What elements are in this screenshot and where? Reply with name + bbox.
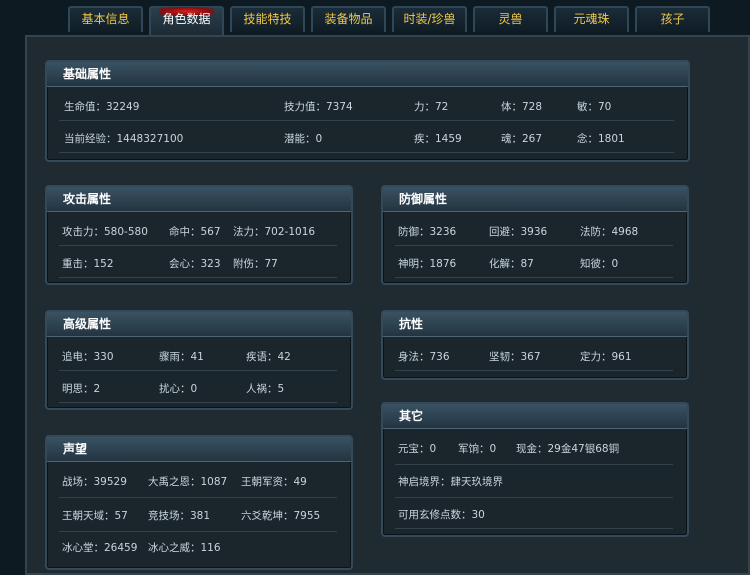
hp-value: 生命值：32249 xyxy=(64,101,140,113)
tab-bar: 基本信息 角色数据 技能特技 装备物品 时装/珍兽 灵兽 元魂珠 孩子 xyxy=(68,6,718,36)
speed-value: 疾：1459 xyxy=(414,133,462,145)
zhuidian-value: 追电：330 xyxy=(62,351,114,363)
tab-label: 时装/珍兽 xyxy=(403,12,456,26)
divider xyxy=(395,245,673,246)
critical-value: 会心：323 xyxy=(169,258,221,270)
jiyu-value: 疾语：42 xyxy=(246,351,291,363)
divider xyxy=(59,152,674,153)
tab-label: 基本信息 xyxy=(81,12,130,26)
battlefield-value: 战场：39529 xyxy=(62,476,127,488)
zhouyu-value: 骤雨：41 xyxy=(159,351,204,363)
basic-attributes-section: 基础属性 生命值：32249 技力值：7374 力：72 体：728 敏：70 … xyxy=(45,60,690,162)
divider xyxy=(395,497,673,498)
section-title: 攻击属性 xyxy=(47,187,351,212)
liuyao-value: 六爻乾坤：7955 xyxy=(241,510,321,522)
resistance-section: 抗性 身法：736 坚韧：367 定力：961 xyxy=(381,310,689,380)
tab-label: 技能特技 xyxy=(243,12,292,26)
tab-equipment[interactable]: 装备物品 xyxy=(311,6,386,32)
reputation-section: 声望 战场：39529 大禹之恩：1087 王朝军资：49 王朝天域：57 竞技… xyxy=(45,435,353,570)
tab-fashion-pets[interactable]: 时装/珍兽 xyxy=(392,6,467,32)
tab-children[interactable]: 孩子 xyxy=(635,6,710,32)
section-title: 防御属性 xyxy=(383,187,687,212)
cash-value: 现金：29金47银68铜 xyxy=(516,443,620,455)
tab-label: 孩子 xyxy=(660,12,685,26)
divider xyxy=(59,370,337,371)
tab-character-data[interactable]: 角色数据 xyxy=(149,6,224,36)
shenfa-value: 身法：736 xyxy=(398,351,450,363)
renhuo-value: 人祸：5 xyxy=(246,383,285,395)
dingli-value: 定力：961 xyxy=(580,351,632,363)
section-title: 其它 xyxy=(383,404,687,429)
zhibi-value: 知彼：0 xyxy=(580,258,619,270)
divider xyxy=(59,120,674,121)
divider xyxy=(59,245,337,246)
section-title: 抗性 xyxy=(383,312,687,337)
shenming-value: 神明：1876 xyxy=(398,258,457,270)
divider xyxy=(395,464,673,465)
hit-value: 命中：567 xyxy=(169,226,221,238)
jianren-value: 坚韧：367 xyxy=(489,351,541,363)
advanced-attributes-section: 高级属性 追电：330 骤雨：41 疾语：42 明思：2 扰心：0 人祸：5 xyxy=(45,310,353,410)
magic-defense-value: 法防：4968 xyxy=(580,226,639,238)
section-title: 基础属性 xyxy=(47,62,688,87)
divider xyxy=(59,497,337,498)
defense-value: 防御：3236 xyxy=(398,226,457,238)
tab-label: 装备物品 xyxy=(324,12,373,26)
wangchao-tianyu-value: 王朝天域：57 xyxy=(62,510,128,522)
constitution-value: 体：728 xyxy=(501,101,543,113)
tab-basic-info[interactable]: 基本信息 xyxy=(68,6,143,32)
arena-value: 竞技场：381 xyxy=(148,510,211,522)
bingxin-wei-value: 冰心之威：116 xyxy=(148,542,221,554)
tab-label: 元魂珠 xyxy=(573,12,610,26)
experience-value: 当前经验：1448327100 xyxy=(64,133,184,145)
tab-skills[interactable]: 技能特技 xyxy=(230,6,305,32)
agility-value: 敏：70 xyxy=(577,101,612,113)
mingsi-value: 明思：2 xyxy=(62,383,101,395)
shenqi-value: 神启境界：肆天玖境界 xyxy=(398,476,503,488)
strength-value: 力：72 xyxy=(414,101,449,113)
mind-value: 念：1801 xyxy=(577,133,625,145)
yuanbao-value: 元宝：0 xyxy=(398,443,437,455)
divider xyxy=(59,402,337,403)
dodge-value: 回避：3936 xyxy=(489,226,548,238)
tab-label: 角色数据 xyxy=(162,12,211,26)
tab-soul-orb[interactable]: 元魂珠 xyxy=(554,6,629,32)
xuanxiu-value: 可用玄修点数：30 xyxy=(398,509,485,521)
attack-power-value: 攻击力：580-580 xyxy=(62,226,148,238)
divider xyxy=(395,277,673,278)
other-section: 其它 元宝：0 军饷：0 现金：29金47银68铜 神启境界：肆天玖境界 可用玄… xyxy=(381,402,689,537)
attack-attributes-section: 攻击属性 攻击力：580-580 命中：567 法力：702-1016 重击：1… xyxy=(45,185,353,285)
skill-points-value: 技力值：7374 xyxy=(284,101,353,113)
bingxin-tang-value: 冰心堂：26459 xyxy=(62,542,138,554)
resolve-value: 化解：87 xyxy=(489,258,534,270)
divider xyxy=(59,277,337,278)
divider xyxy=(395,370,673,371)
soul-value: 魂：267 xyxy=(501,133,543,145)
wangchao-junzi-value: 王朝军资：49 xyxy=(241,476,307,488)
section-title: 声望 xyxy=(47,437,351,462)
potential-value: 潜能：0 xyxy=(284,133,323,145)
divider xyxy=(395,528,673,529)
magic-power-value: 法力：702-1016 xyxy=(233,226,316,238)
section-title: 高级属性 xyxy=(47,312,351,337)
tab-spirit-beast[interactable]: 灵兽 xyxy=(473,6,548,32)
tab-label: 灵兽 xyxy=(498,12,523,26)
heavy-hit-value: 重击：152 xyxy=(62,258,114,270)
defense-attributes-section: 防御属性 防御：3236 回避：3936 法防：4968 神明：1876 化解：… xyxy=(381,185,689,285)
divider xyxy=(59,531,337,532)
junxiang-value: 军饷：0 xyxy=(458,443,497,455)
dayu-value: 大禹之恩：1087 xyxy=(148,476,228,488)
extra-damage-value: 附伤：77 xyxy=(233,258,278,270)
raoxin-value: 扰心：0 xyxy=(159,383,198,395)
